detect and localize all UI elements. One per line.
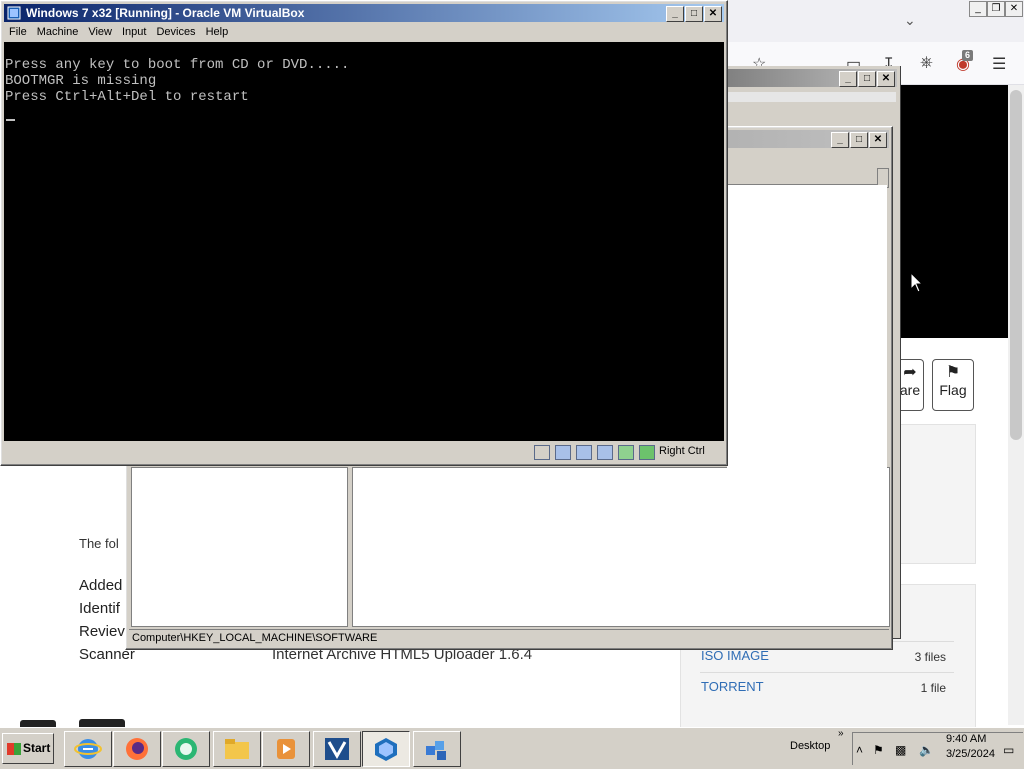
virtualbox-title: Windows 7 x32 [Running] - Oracle VM Virt… (26, 6, 305, 20)
start-label: Start (23, 741, 51, 755)
menu-hamburger-icon[interactable]: ☰ (992, 54, 1006, 74)
virtualbox-status-bar: Right Ctrl (4, 442, 724, 462)
virtualbox-titlebar[interactable]: Windows 7 x32 [Running] - Oracle VM Virt… (4, 4, 724, 22)
close-button[interactable]: ✕ (704, 6, 722, 22)
menu-file[interactable]: File (4, 23, 32, 41)
network-icon[interactable] (576, 445, 592, 460)
taskbar-media-player[interactable] (262, 731, 310, 767)
console-cursor (6, 119, 15, 121)
registry-editor-icon (426, 741, 446, 760)
values-column-header[interactable] (727, 168, 887, 185)
close-button[interactable]: ✕ (877, 71, 895, 87)
menu-help[interactable]: Help (201, 23, 234, 41)
virtualbox-window[interactable]: Windows 7 x32 [Running] - Oracle VM Virt… (0, 0, 728, 466)
background-window-titlebar[interactable]: _ □ ✕ (726, 69, 897, 87)
description-text: The fol (79, 536, 119, 551)
shared-folders-icon[interactable] (618, 445, 634, 460)
taskbar-internet-explorer[interactable] (64, 731, 112, 767)
share-button[interactable]: ➦ are (897, 359, 924, 411)
console-line: Press Ctrl+Alt+Del to restart (5, 89, 249, 105)
chat-app-icon (175, 738, 197, 760)
tab-list-chevron-icon[interactable]: ⌄ (904, 12, 916, 29)
virtualbox-menubar: File Machine View Input Devices Help (4, 23, 724, 41)
download-count: 3 files (914, 650, 946, 664)
maximize-button[interactable]: □ (850, 132, 868, 148)
taskbar-chat-app[interactable] (162, 731, 210, 767)
maximize-button[interactable]: □ (685, 6, 703, 22)
metadata-key: Added (79, 577, 123, 594)
taskbar: Start Desktop » ˄ ⚑ ▩ 🔈 ▭ 9:40 AM 3/25/2… (0, 727, 1024, 769)
menu-machine[interactable]: Machine (32, 23, 84, 41)
volume-muted-icon[interactable]: 🔈 (919, 743, 934, 757)
registry-tree-pane[interactable] (131, 467, 348, 627)
taskbar-firefox[interactable] (113, 731, 161, 767)
clock-date[interactable]: 3/25/2024 (946, 748, 995, 760)
video-player[interactable] (895, 85, 1008, 338)
flag-icon: ⚑ (945, 364, 961, 381)
download-count: 1 file (920, 681, 946, 695)
folder-icon (225, 739, 249, 759)
virtualbox-icon (7, 6, 21, 20)
download-row[interactable]: TORRENT 1 file (700, 672, 954, 703)
desktop-toolbar-label[interactable]: Desktop (790, 740, 830, 752)
usb-icon[interactable] (597, 445, 613, 460)
minimize-button[interactable]: _ (831, 132, 849, 148)
show-hidden-icons-icon[interactable]: ˄ (856, 743, 863, 757)
action-center-flag-icon[interactable]: ⚑ (873, 743, 884, 757)
browser-close-button[interactable]: ✕ (1005, 1, 1023, 17)
metadata-key: Identif (79, 600, 120, 617)
virtualbox-icon (375, 738, 397, 761)
console-line: BOOTMGR is missing (5, 73, 157, 89)
section-heading-clipped (79, 717, 139, 727)
extensions-icon[interactable]: ⎈ (920, 54, 933, 72)
taskbar-file-explorer[interactable] (213, 731, 261, 767)
desktop-toolbar-chevron-icon[interactable]: » (838, 728, 844, 739)
internet-explorer-icon (74, 739, 102, 759)
minimize-button[interactable]: _ (666, 6, 684, 22)
side-panel (896, 424, 976, 564)
section-icon (20, 720, 56, 727)
code-editor-icon (325, 738, 349, 760)
share-button-label: are (899, 382, 921, 398)
vm-display[interactable]: Press any key to boot from CD or DVD....… (4, 42, 724, 441)
download-link[interactable]: ISO IMAGE (701, 648, 769, 663)
capture-icon[interactable] (639, 445, 655, 460)
close-button[interactable]: ✕ (869, 132, 887, 148)
download-link[interactable]: TORRENT (701, 679, 764, 694)
network-tray-icon[interactable]: ▩ (895, 743, 906, 757)
mouse-cursor-icon (910, 272, 924, 293)
optical-drive-icon[interactable] (555, 445, 571, 460)
registry-values-area (727, 185, 887, 625)
extension-badge: 6 (962, 50, 974, 61)
flag-button[interactable]: ⚑ Flag (932, 359, 974, 411)
browser-restore-button[interactable]: ❐ (987, 1, 1005, 17)
registry-status-bar: Computer\HKEY_LOCAL_MACHINE\SOFTWARE (129, 629, 889, 647)
windows-flag-icon (7, 742, 21, 755)
hard-disk-icon[interactable] (534, 445, 550, 460)
firefox-icon (126, 738, 148, 760)
host-key-label: Right Ctrl (659, 445, 705, 457)
start-button[interactable]: Start (2, 733, 54, 764)
media-player-icon (277, 739, 295, 759)
maximize-button[interactable]: □ (858, 71, 876, 87)
system-tray: ˄ ⚑ ▩ 🔈 ▭ (852, 732, 1023, 765)
taskbar-virtualbox[interactable] (362, 731, 410, 767)
show-desktop-icon[interactable]: ▭ (1003, 743, 1014, 757)
metadata-key: Reviev (79, 623, 125, 640)
menu-input[interactable]: Input (117, 23, 151, 41)
browser-minimize-button[interactable]: _ (969, 1, 987, 17)
flag-button-label: Flag (939, 382, 967, 398)
taskbar-registry-editor[interactable] (413, 731, 461, 767)
menu-devices[interactable]: Devices (151, 23, 200, 41)
console-line: Press any key to boot from CD or DVD....… (5, 57, 350, 73)
minimize-button[interactable]: _ (839, 71, 857, 87)
clock-time[interactable]: 9:40 AM (946, 733, 986, 745)
browser-scrollbar-thumb[interactable] (1010, 90, 1022, 440)
taskbar-code-editor[interactable] (313, 731, 361, 767)
menu-view[interactable]: View (83, 23, 117, 41)
